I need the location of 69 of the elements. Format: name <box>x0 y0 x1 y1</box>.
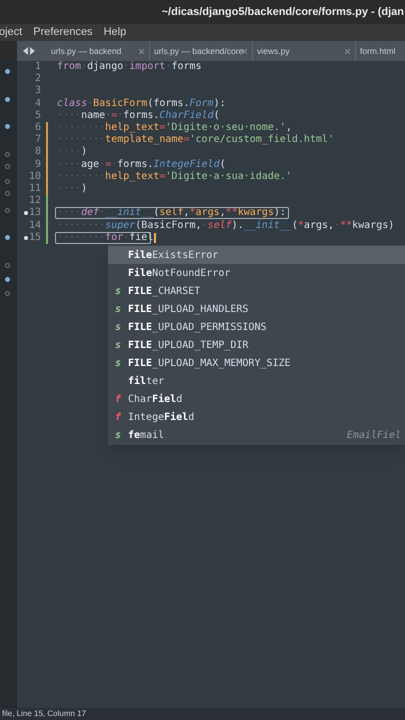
completion-label: FileExistsError <box>128 248 220 262</box>
completion-item[interactable]: FileNotFoundError <box>108 264 405 282</box>
code-line: from·django·import·forms <box>57 62 202 72</box>
completion-item[interactable]: FileExistsError <box>108 246 405 264</box>
line-number: 10 <box>28 172 41 182</box>
completion-label: femail <box>128 428 166 442</box>
line-number: 2 <box>34 74 41 84</box>
completion-item[interactable]: s FILE_UPLOAD_HANDLERS <box>108 300 405 318</box>
completion-label: FILE_UPLOAD_PERMISSIONS <box>128 320 268 334</box>
line-number: 11 <box>28 184 41 194</box>
completion-label: FILE_UPLOAD_HANDLERS <box>128 302 250 316</box>
line-number: 13 <box>28 208 41 218</box>
completion-item[interactable]: f CharField <box>108 390 405 408</box>
tab-navigation-arrows-icon[interactable] <box>23 47 35 55</box>
code-line: ····age·=·forms.IntegeField( <box>57 160 226 170</box>
kind-label: s <box>115 322 122 332</box>
code-line: ········help_text='Digite·o·seu·nome.', <box>57 123 292 134</box>
completion-label: IntegeField <box>128 410 196 424</box>
code-line: ····def·__init__(self,*args,**kwargs): <box>57 208 286 218</box>
code-line: class·BasicForm(forms.Form): <box>57 98 226 109</box>
kind-label: s <box>115 340 122 350</box>
close-icon[interactable] <box>139 48 144 54</box>
line-number: 15 <box>28 232 41 243</box>
code-line: ········super(BasicForm,·self).__init__(*args,·**kwargs) <box>57 220 394 231</box>
line-number: 12 <box>28 196 41 206</box>
window-title: ~/dicas/django5/backend/core/forms.py - (djan <box>162 4 405 20</box>
completion-item[interactable]: filter <box>108 372 405 390</box>
completion-item[interactable]: s FILE_UPLOAD_PERMISSIONS <box>108 318 405 336</box>
line-number: 14 <box>28 220 41 231</box>
completion-label: filter <box>128 374 166 388</box>
menu-item[interactable]: Help <box>102 24 128 41</box>
code-line: ········help_text='Digite·a·sua·idade.' <box>57 172 292 182</box>
completion-item[interactable]: s FILE_CHARSET <box>108 282 405 300</box>
completion-label: FileNotFoundError <box>128 266 232 280</box>
tab[interactable]: views.py <box>253 41 356 61</box>
code-line: ····) <box>57 184 88 194</box>
kind-label: f <box>115 394 122 404</box>
code-line: ····) <box>57 147 88 158</box>
close-icon[interactable] <box>242 48 247 54</box>
tab[interactable]: form.html <box>356 41 405 61</box>
completion-item[interactable]: s FILE_UPLOAD_TEMP_DIR <box>108 336 405 354</box>
completion-label: FILE_UPLOAD_TEMP_DIR <box>128 338 250 352</box>
completion-detail: EmailFiel <box>346 428 401 442</box>
close-icon[interactable] <box>345 48 350 54</box>
code-line: ····name·=·forms.CharField( <box>57 110 220 121</box>
kind-label: f <box>115 412 122 422</box>
line-number: 9 <box>34 160 41 170</box>
line-number: 1 <box>34 62 41 72</box>
tab[interactable]: urls.py — backend/core <box>150 41 253 61</box>
completion-label: FILE_CHARSET <box>128 284 202 298</box>
completion-item[interactable]: s femail EmailFiel <box>108 426 405 444</box>
line-number: 3 <box>34 86 41 96</box>
kind-label: s <box>115 286 122 296</box>
completion-label: CharField <box>128 392 184 406</box>
tab[interactable]: urls.py — backend <box>47 41 150 61</box>
completion-item[interactable]: s FILE_UPLOAD_MAX_MEMORY_SIZE <box>108 354 405 372</box>
menu-item[interactable]: Preferences <box>32 24 94 41</box>
line-number: 6 <box>34 123 41 134</box>
line-number: 5 <box>34 110 41 121</box>
code-line: ········template_name='core/custom_field.html' <box>57 135 334 146</box>
kind-label: s <box>115 358 122 368</box>
kind-label: s <box>115 430 122 440</box>
line-number: 7 <box>34 135 41 146</box>
kind-label: s <box>115 304 122 314</box>
status-bar-text: file, Line 15, Column 17 <box>1 708 86 720</box>
completion-item[interactable]: f IntegeField <box>108 408 405 426</box>
completion-label: FILE_UPLOAD_MAX_MEMORY_SIZE <box>128 356 292 370</box>
line-number: 4 <box>34 98 41 109</box>
line-number: 8 <box>34 147 41 158</box>
